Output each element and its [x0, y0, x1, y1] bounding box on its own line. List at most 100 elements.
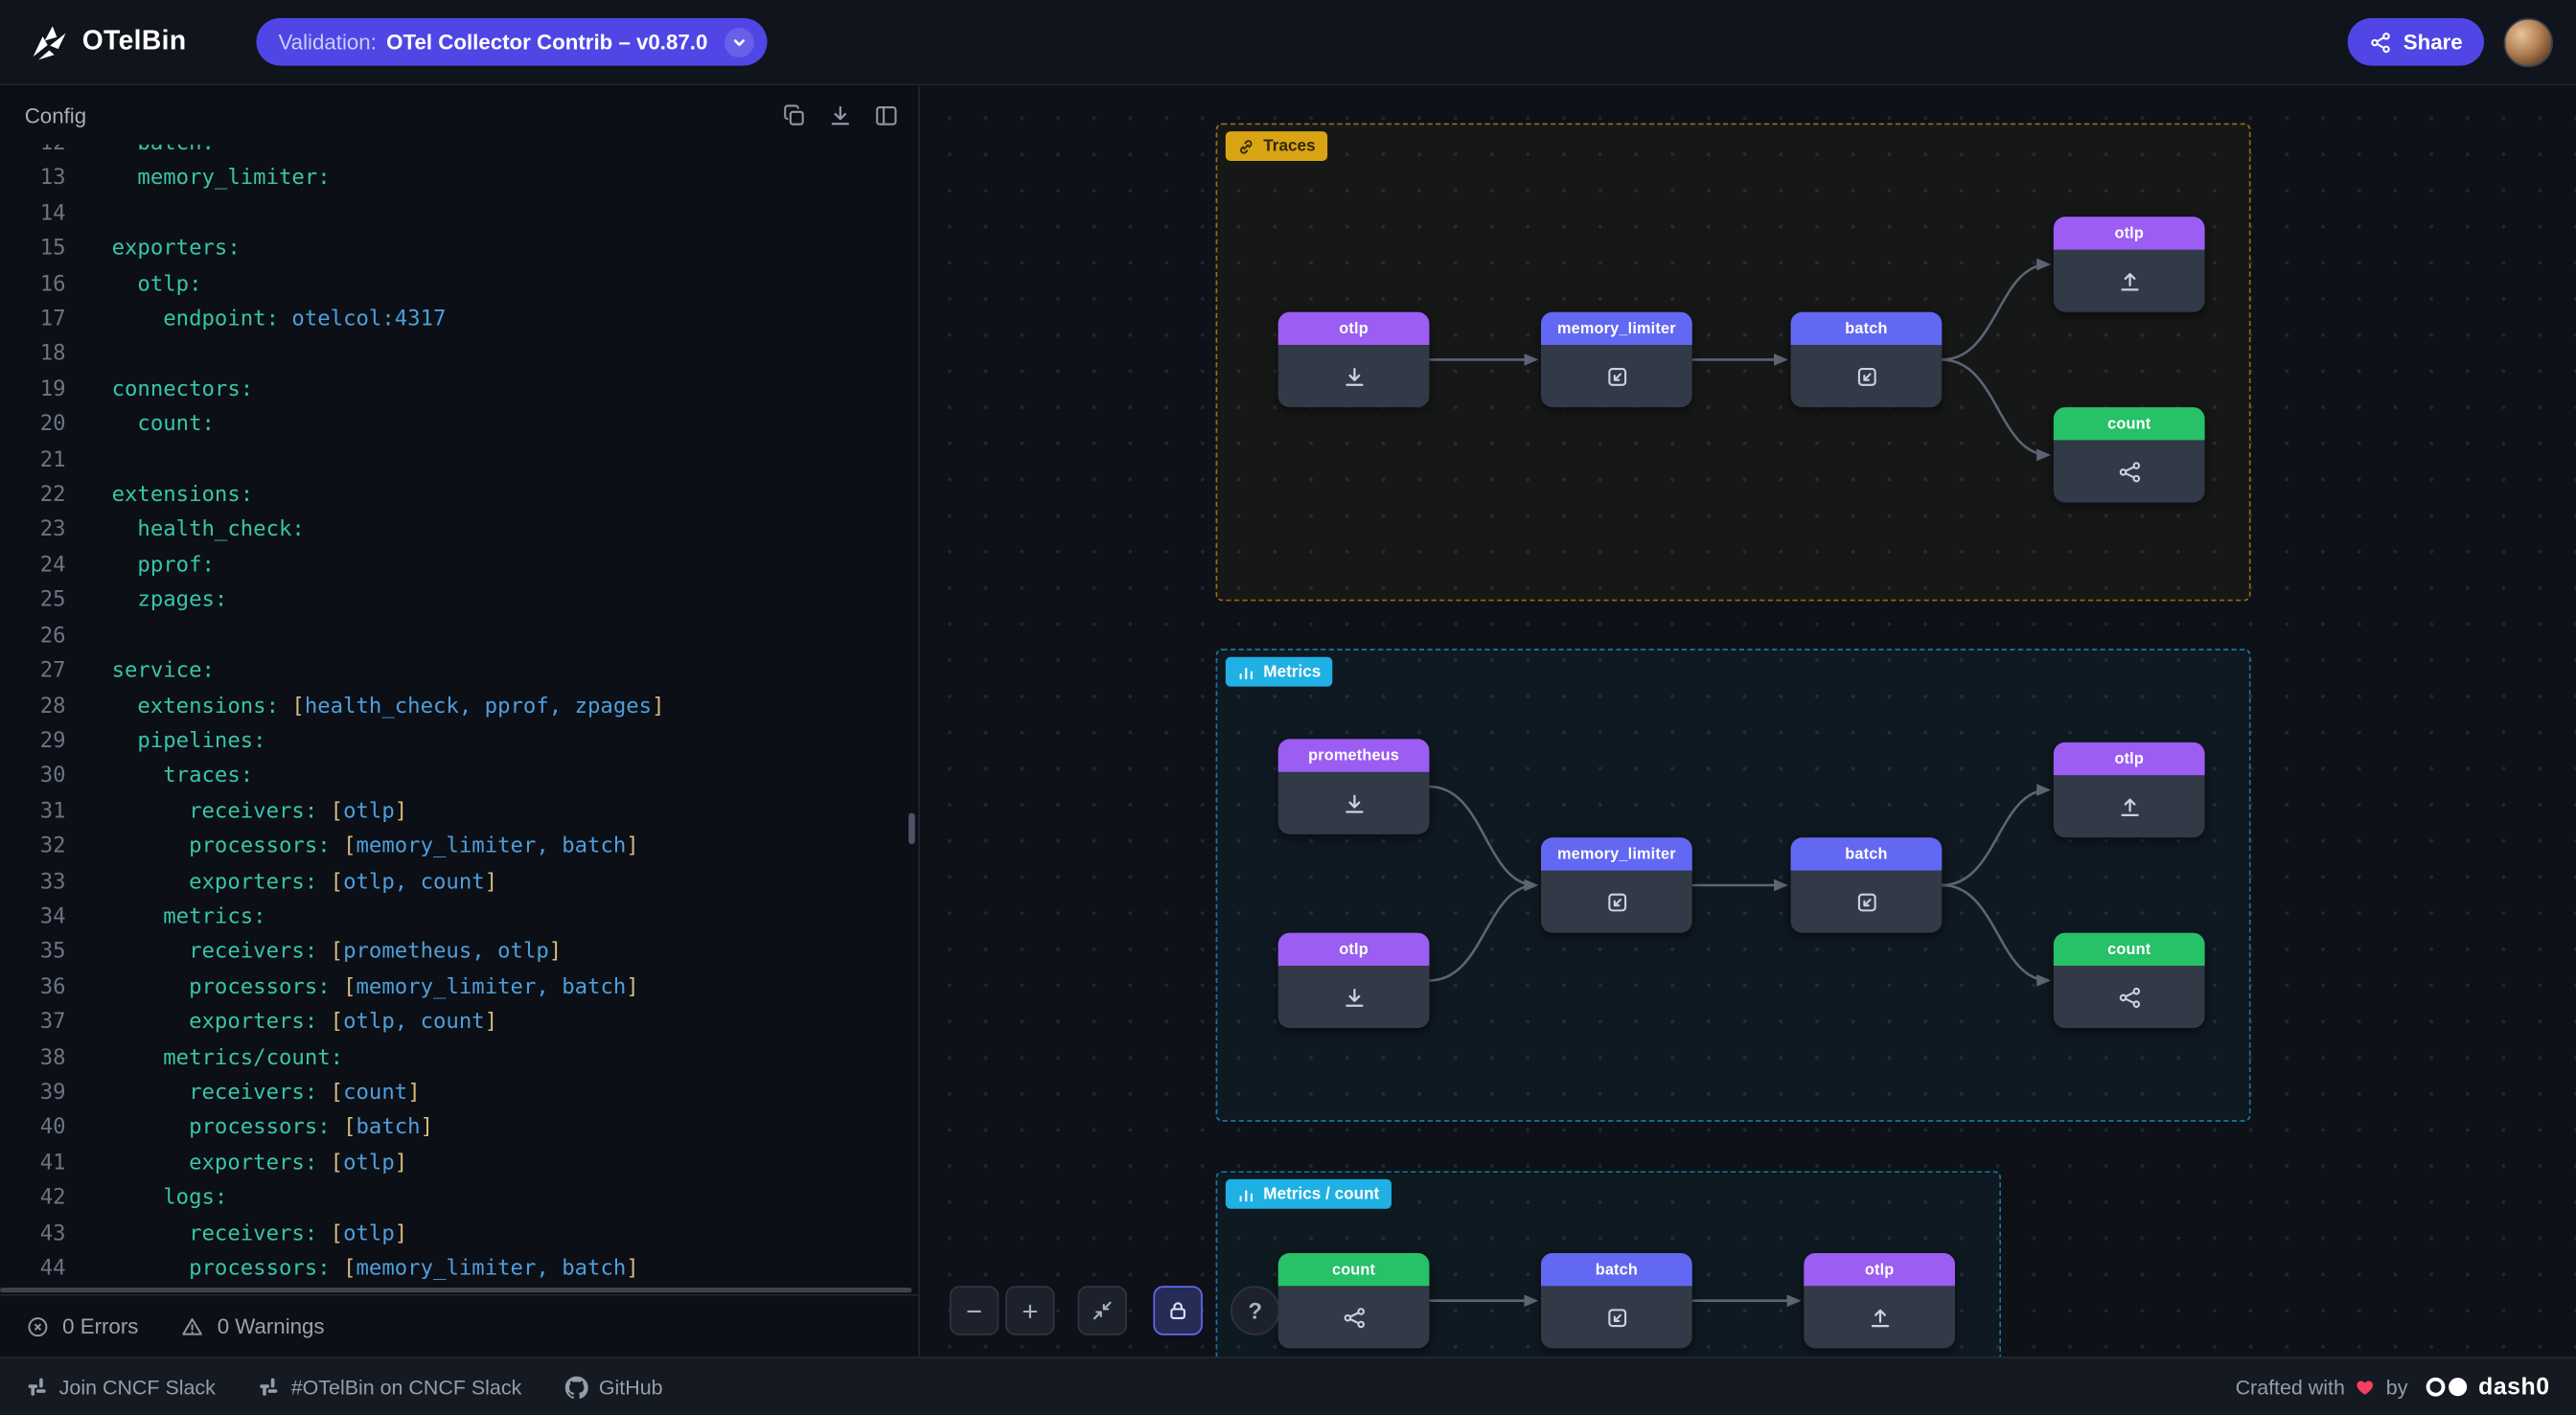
line-number: 34	[0, 900, 66, 935]
node-otlp[interactable]: otlp	[1804, 1253, 1955, 1348]
code-lines: 12 batch:13 memory_limiter:14 15exporter…	[0, 145, 918, 1287]
group-badge: Traces	[1226, 131, 1327, 161]
line-number: 35	[0, 935, 66, 970]
code-line[interactable]: 33 exporters: [otlp, count]	[0, 865, 918, 901]
node-memory_limiter[interactable]: memory_limiter	[1541, 312, 1692, 407]
receiver-icon	[1342, 364, 1367, 389]
node-memory_limiter[interactable]: memory_limiter	[1541, 837, 1692, 932]
app: OTelBin Validation: OTel Collector Contr…	[0, 0, 2576, 1415]
flow-canvas[interactable]: TracesMetricsMetrics / count otlpmemory_…	[920, 85, 2576, 1357]
group-badge: Metrics	[1226, 657, 1332, 687]
join-cncf-slack-link[interactable]: Join CNCF Slack	[26, 1376, 215, 1399]
errors-status: 0 Errors	[26, 1313, 138, 1338]
vertical-scrollbar-thumb[interactable]	[908, 813, 915, 845]
lock-button[interactable]	[1153, 1286, 1202, 1335]
code-line[interactable]: 36 processors: [memory_limiter, batch]	[0, 970, 918, 1006]
copy-config-button[interactable]	[782, 103, 807, 127]
node-label: count	[1278, 1253, 1430, 1286]
node-body	[1541, 345, 1692, 407]
line-number: 29	[0, 724, 66, 760]
code-editor[interactable]: 12 batch:13 memory_limiter:14 15exporter…	[0, 145, 918, 1294]
code-line[interactable]: 20 count:	[0, 408, 918, 444]
code-line[interactable]: 23 health_check:	[0, 514, 918, 549]
code-line[interactable]: 25 zpages:	[0, 583, 918, 619]
validation-selector[interactable]: Validation: OTel Collector Contrib – v0.…	[257, 18, 767, 66]
code-line[interactable]: 28 extensions: [health_check, pprof, zpa…	[0, 689, 918, 724]
code-line[interactable]: 27service:	[0, 653, 918, 689]
line-number: 38	[0, 1040, 66, 1076]
code-line[interactable]: 35 receivers: [prometheus, otlp]	[0, 935, 918, 970]
code-line[interactable]: 16 otlp:	[0, 267, 918, 303]
code-line[interactable]: 38 metrics/count:	[0, 1040, 918, 1076]
node-body	[2054, 440, 2205, 502]
flow-layer: TracesMetricsMetrics / count otlpmemory_…	[920, 85, 2576, 1357]
node-label: batch	[1541, 1253, 1692, 1286]
code-line[interactable]: 42 logs:	[0, 1181, 918, 1217]
receiver-icon	[1342, 985, 1367, 1010]
code-line[interactable]: 14	[0, 196, 918, 232]
node-label: prometheus	[1278, 739, 1430, 771]
node-label: otlp	[2054, 742, 2205, 775]
code-line[interactable]: 18	[0, 337, 918, 373]
code-line[interactable]: 13 memory_limiter:	[0, 162, 918, 197]
zoom-out-button[interactable]: −	[950, 1286, 999, 1335]
code-line[interactable]: 26	[0, 619, 918, 654]
node-count[interactable]: count	[2054, 407, 2205, 502]
code-line[interactable]: 34 metrics:	[0, 900, 918, 935]
code-line[interactable]: 24 pprof:	[0, 548, 918, 583]
otelbin-cncf-slack-link[interactable]: #OTelBin on CNCF Slack	[258, 1376, 521, 1399]
warnings-status: 0 Warnings	[181, 1313, 325, 1338]
dash0-logo[interactable]: dash0	[2425, 1374, 2550, 1400]
node-otlp[interactable]: otlp	[2054, 742, 2205, 837]
canvas-controls: − +	[950, 1286, 1280, 1335]
exporter-icon	[2117, 268, 2142, 293]
code-line[interactable]: 41 exporters: [otlp]	[0, 1146, 918, 1181]
collapse-panel-button[interactable]	[874, 103, 899, 127]
code-line[interactable]: 31 receivers: [otlp]	[0, 794, 918, 830]
code-line[interactable]: 19connectors:	[0, 373, 918, 408]
code-line[interactable]: 17 endpoint: otelcol:4317	[0, 302, 918, 337]
code-line[interactable]: 12 batch:	[0, 145, 918, 162]
node-prometheus[interactable]: prometheus	[1278, 739, 1430, 833]
line-number: 25	[0, 583, 66, 619]
code-line[interactable]: 22extensions:	[0, 478, 918, 514]
zoom-in-button[interactable]: +	[1005, 1286, 1054, 1335]
node-otlp[interactable]: otlp	[1278, 312, 1430, 407]
download-config-button[interactable]	[828, 103, 853, 127]
code-line[interactable]: 29 pipelines:	[0, 724, 918, 760]
node-batch[interactable]: batch	[1791, 312, 1943, 407]
code-line[interactable]: 40 processors: [batch]	[0, 1111, 918, 1147]
code-line[interactable]: 43 receivers: [otlp]	[0, 1217, 918, 1252]
node-batch[interactable]: batch	[1791, 837, 1943, 932]
download-icon	[828, 103, 853, 127]
help-button[interactable]: ?	[1230, 1286, 1279, 1335]
node-batch[interactable]: batch	[1541, 1253, 1692, 1348]
line-number: 32	[0, 830, 66, 865]
github-link[interactable]: GitHub	[564, 1376, 663, 1399]
code-line[interactable]: 37 exporters: [otlp, count]	[0, 1005, 918, 1040]
node-otlp[interactable]: otlp	[2054, 217, 2205, 311]
node-otlp[interactable]: otlp	[1278, 933, 1430, 1028]
node-count[interactable]: count	[2054, 933, 2205, 1028]
processor-icon	[1604, 1305, 1629, 1330]
code-line[interactable]: 15exporters:	[0, 232, 918, 267]
link-icon	[1237, 137, 1255, 155]
fit-view-button[interactable]	[1078, 1286, 1127, 1335]
node-body	[1541, 871, 1692, 933]
group-badge-label: Traces	[1263, 137, 1315, 155]
chart-icon	[1237, 1185, 1255, 1203]
node-count[interactable]: count	[1278, 1253, 1430, 1348]
config-editor-panel: Config	[0, 85, 920, 1357]
horizontal-scrollbar-thumb[interactable]	[0, 1288, 911, 1292]
code-line[interactable]: 32 processors: [memory_limiter, batch]	[0, 830, 918, 865]
line-number: 23	[0, 514, 66, 549]
share-button[interactable]: Share	[2347, 18, 2484, 66]
avatar[interactable]	[2504, 17, 2553, 66]
group-badge-label: Metrics	[1263, 663, 1321, 681]
chevron-down-icon	[724, 27, 754, 57]
code-line[interactable]: 39 receivers: [count]	[0, 1076, 918, 1111]
code-line[interactable]: 21	[0, 443, 918, 478]
validation-value: OTel Collector Contrib – v0.87.0	[386, 30, 707, 55]
code-line[interactable]: 44 processors: [memory_limiter, batch]	[0, 1251, 918, 1287]
code-line[interactable]: 30 traces:	[0, 760, 918, 795]
